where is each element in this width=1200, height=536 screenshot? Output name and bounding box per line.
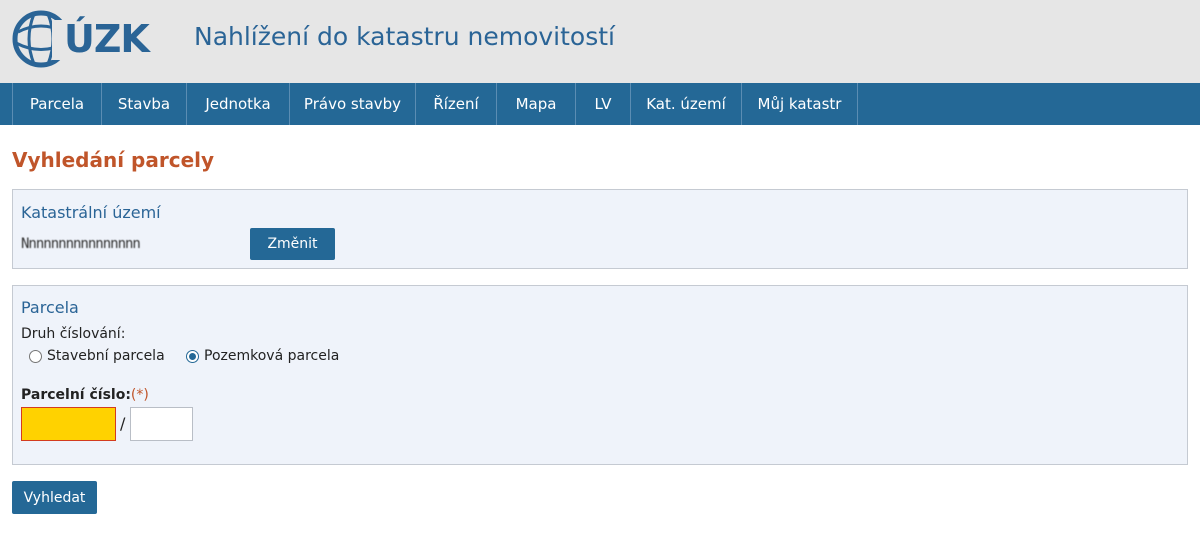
nav-item-rizeni[interactable]: Řízení <box>415 83 496 125</box>
main-navigation: Parcela Stavba Jednotka Právo stavby Říz… <box>0 83 1200 125</box>
parcel-number-label: Parcelní číslo:(*) <box>21 387 149 403</box>
nav-item-muj-katastr[interactable]: Můj katastr <box>741 83 858 125</box>
header-bar: ÚZK Nahlížení do katastru nemovitostí <box>0 0 1200 83</box>
parcel-panel-title: Parcela <box>21 298 79 317</box>
search-button[interactable]: Vyhledat <box>12 481 97 514</box>
nav-item-pravo-stavby[interactable]: Právo stavby <box>289 83 415 125</box>
cadastral-area-title: Katastrální území <box>21 203 161 222</box>
cadastral-area-panel: Katastrální území Nnnnnnnnnnnnnnnn Změni… <box>12 189 1188 269</box>
required-marker: (*) <box>130 387 149 403</box>
radio-building-parcel[interactable]: Stavební parcela <box>29 348 165 364</box>
parcel-number-label-text: Parcelní číslo: <box>21 387 131 403</box>
radio-button-unchecked[interactable] <box>29 349 42 363</box>
numbering-type-label: Druh číslování: <box>21 326 126 342</box>
parcel-number-input[interactable] <box>21 407 116 441</box>
radio-building-label: Stavební parcela <box>47 348 165 364</box>
parcel-subnumber-input[interactable] <box>130 407 193 441</box>
cuzk-logo[interactable]: ÚZK <box>12 8 150 70</box>
globe-icon <box>12 10 70 68</box>
parcel-number-separator: / <box>120 414 126 433</box>
cadastral-area-value: Nnnnnnnnnnnnnnnn <box>21 236 141 252</box>
parcel-panel: Parcela Druh číslování: Stavební parcela… <box>12 285 1188 465</box>
nav-item-parcela[interactable]: Parcela <box>12 83 101 125</box>
change-button[interactable]: Změnit <box>250 228 335 260</box>
site-title: Nahlížení do katastru nemovitostí <box>194 22 615 51</box>
radio-land-parcel[interactable]: Pozemková parcela <box>186 348 339 364</box>
nav-item-stavba[interactable]: Stavba <box>101 83 186 125</box>
nav-item-lv[interactable]: LV <box>575 83 630 125</box>
page-title: Vyhledání parcely <box>12 148 215 172</box>
radio-land-label: Pozemková parcela <box>204 348 340 364</box>
radio-button-checked[interactable] <box>186 349 199 363</box>
nav-item-kat-uzemi[interactable]: Kat. území <box>630 83 741 125</box>
nav-item-jednotka[interactable]: Jednotka <box>186 83 289 125</box>
nav-item-mapa[interactable]: Mapa <box>496 83 575 125</box>
logo-text: ÚZK <box>64 17 150 61</box>
